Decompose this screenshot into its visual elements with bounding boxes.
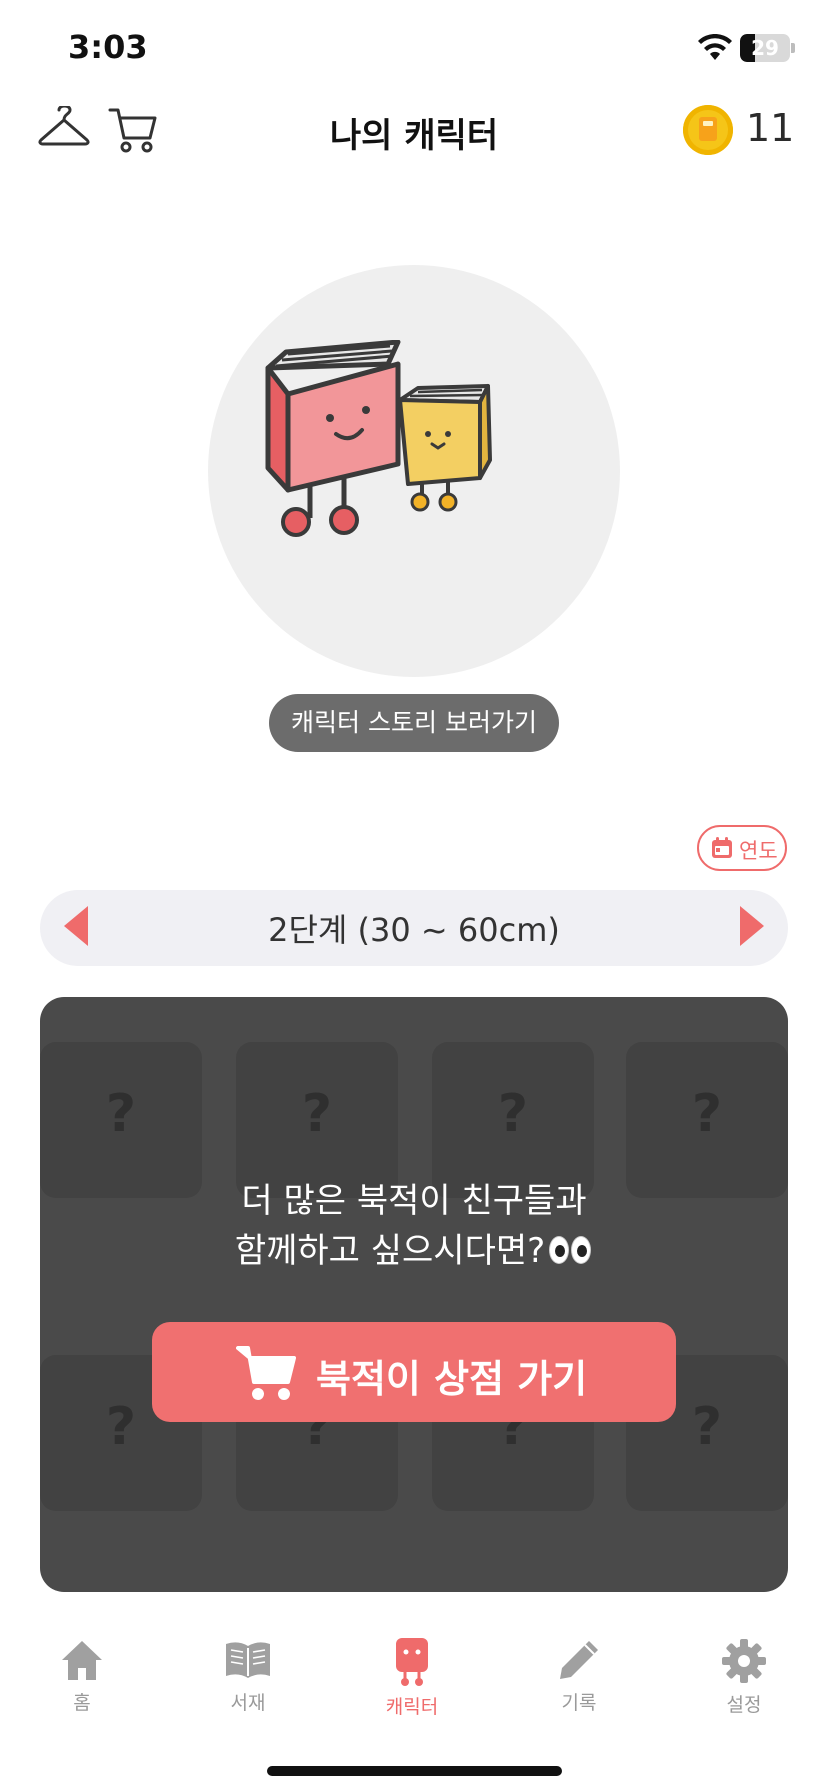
tab-settings-label: 설정 bbox=[726, 1694, 762, 1716]
pencil-icon bbox=[560, 1641, 598, 1679]
calendar-icon bbox=[712, 837, 732, 858]
upsell-message: 더 많은 북적이 친구들과 함께하고 싶으시다면? bbox=[0, 1176, 828, 1278]
tab-character-label: 캐릭터 bbox=[385, 1696, 439, 1718]
locked-slot: ? bbox=[40, 1042, 202, 1198]
locked-slot: ? bbox=[432, 1042, 594, 1198]
tab-home-label: 홈 bbox=[73, 1692, 91, 1714]
tab-library-label: 서재 bbox=[230, 1692, 266, 1714]
status-time: 3:03 bbox=[68, 28, 148, 66]
book-icon bbox=[226, 1642, 270, 1678]
go-to-shop-label: 북적이 상점 가기 bbox=[316, 1357, 588, 1401]
tab-record[interactable]: 기록 bbox=[524, 1638, 634, 1715]
coin-icon bbox=[683, 105, 733, 155]
tab-home[interactable]: 홈 bbox=[27, 1638, 137, 1715]
go-to-shop-button[interactable]: 북적이 상점 가기 bbox=[152, 1322, 676, 1422]
stage-label: 2단계 (30 ~ 60cm) bbox=[268, 911, 560, 949]
locked-slot-mark: ? bbox=[301, 1084, 333, 1144]
locked-slot-mark: ? bbox=[497, 1084, 529, 1144]
year-filter-button[interactable]: 연도 bbox=[697, 825, 787, 871]
character-story-button[interactable]: 캐릭터 스토리 보러가기 bbox=[269, 694, 559, 752]
coin-count: 11 bbox=[746, 106, 795, 150]
upsell-message-line2-row: 함께하고 싶으시다면? bbox=[0, 1226, 828, 1278]
upsell-message-line2: 함께하고 싶으시다면? bbox=[234, 1231, 546, 1271]
home-indicator bbox=[267, 1766, 562, 1776]
locked-slot-mark: ? bbox=[105, 1084, 137, 1144]
locked-slot: ? bbox=[626, 1042, 788, 1198]
year-filter-label: 연도 bbox=[739, 839, 778, 863]
locked-character-grid: ? ? ? ? ? ? ? ? bbox=[40, 997, 788, 1592]
home-icon bbox=[62, 1641, 102, 1680]
battery-tip bbox=[791, 43, 795, 53]
locked-slot: ? bbox=[236, 1042, 398, 1198]
wifi-icon bbox=[698, 34, 732, 60]
cart-icon bbox=[236, 1346, 296, 1400]
tab-record-label: 기록 bbox=[561, 1692, 597, 1714]
character-illustration[interactable] bbox=[258, 340, 578, 600]
battery-level: 29 bbox=[751, 36, 779, 60]
stage-next-arrow-icon[interactable] bbox=[740, 906, 764, 946]
battery-indicator: 29 bbox=[740, 34, 790, 62]
tab-library[interactable]: 서재 bbox=[193, 1638, 303, 1715]
upsell-message-line1: 더 많은 북적이 친구들과 bbox=[241, 1181, 587, 1221]
gear-icon bbox=[722, 1639, 766, 1683]
locked-slot-mark: ? bbox=[691, 1084, 723, 1144]
tab-settings[interactable]: 설정 bbox=[689, 1638, 799, 1717]
character-icon bbox=[396, 1638, 428, 1686]
tab-character[interactable]: 캐릭터 bbox=[357, 1638, 467, 1719]
eyes-emoji-icon bbox=[549, 1228, 593, 1278]
